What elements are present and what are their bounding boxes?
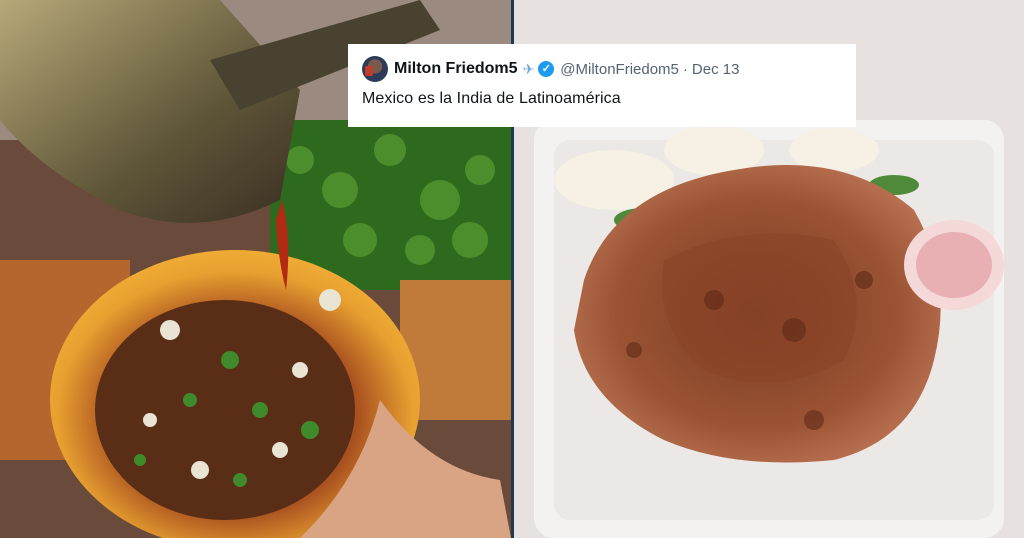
verified-badge-icon: ✓ <box>538 61 555 77</box>
tweet-text: Mexico es la India de Latinoamérica <box>362 90 621 107</box>
tweet-card: Milton Friedom5 ✈ ✓ @MiltonFriedom5 · De… <box>348 44 856 127</box>
tweet-date[interactable]: Dec 13 <box>692 61 740 78</box>
tweet-header: Milton Friedom5 ✈ ✓ @MiltonFriedom5 · De… <box>362 56 842 82</box>
airplane-icon: ✈ <box>522 60 535 77</box>
separator-dot: · <box>682 60 688 78</box>
user-handle[interactable]: @MiltonFriedom5 <box>560 61 679 78</box>
avatar[interactable] <box>362 56 388 82</box>
display-name[interactable]: Milton Friedom5 <box>394 60 518 78</box>
